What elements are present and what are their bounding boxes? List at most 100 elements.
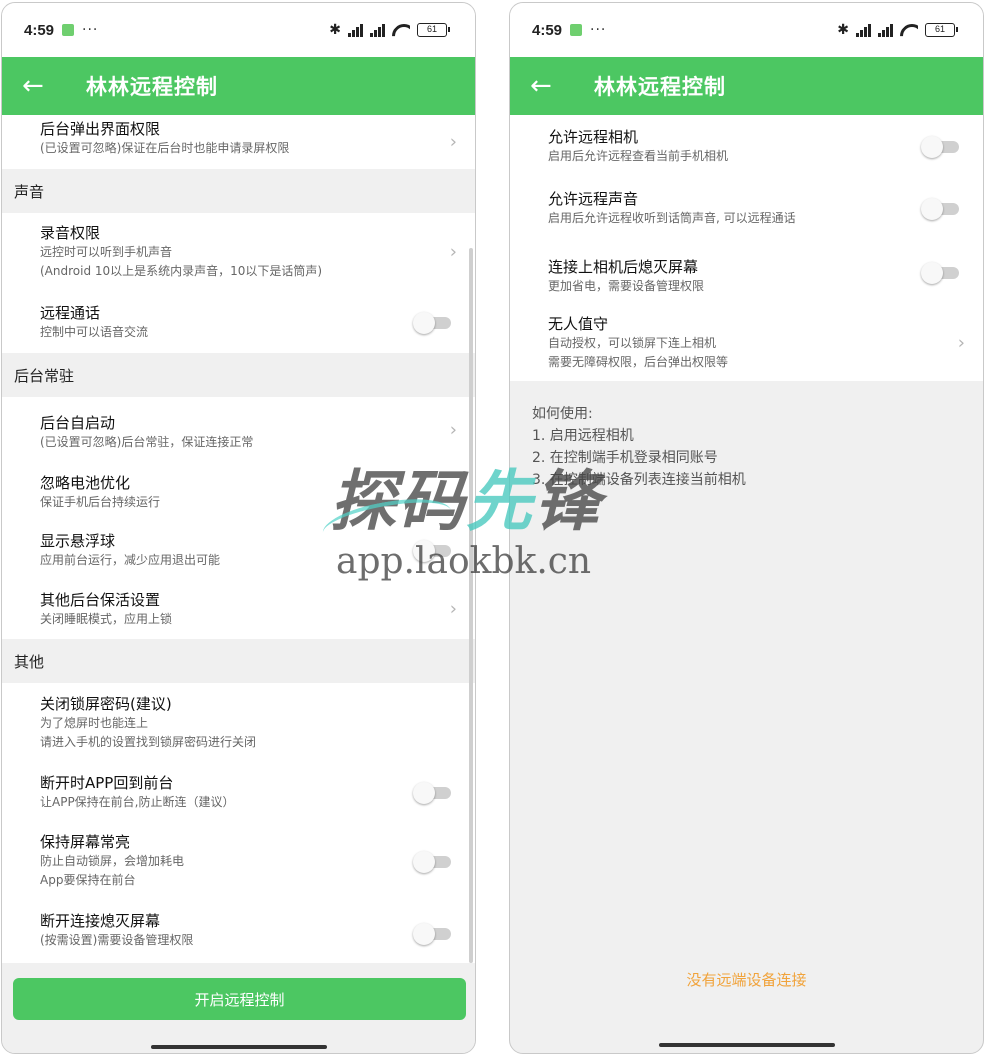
item-subtitle: 请进入手机的设置找到锁屏密码进行关闭 xyxy=(40,735,257,749)
settings-item-record-permission[interactable]: 录音权限 远控时可以听到手机声音 (Android 10以上是系统内录声音，10… xyxy=(2,213,475,291)
page-title: 林林远程控制 xyxy=(86,75,218,99)
battery-icon: 61 xyxy=(417,23,450,37)
settings-item-camera-screen-off[interactable]: 连接上相机后熄灭屏幕 更加省电，需要设备管理权限 xyxy=(510,239,983,305)
settings-item-floating-ball[interactable]: 显示悬浮球 应用前台运行，减少应用退出可能 xyxy=(2,521,475,579)
settings-item-lock-password[interactable]: 关闭锁屏密码(建议) 为了熄屏时也能连上 请进入手机的设置找到锁屏密码进行关闭 xyxy=(2,683,475,763)
item-subtitle: (已设置可忽略)保证在后台时也能申请录屏权限 xyxy=(40,140,290,155)
item-subtitle: 更加省电，需要设备管理权限 xyxy=(548,278,705,293)
chevron-right-icon: › xyxy=(449,419,457,441)
item-title: 关闭锁屏密码(建议) xyxy=(40,695,172,713)
return-foreground-toggle[interactable] xyxy=(413,782,451,804)
bluetooth-icon: ✱ xyxy=(837,22,849,38)
instructions-heading: 如何使用: xyxy=(532,406,593,422)
app-bar: ← 林林远程控制 xyxy=(2,57,475,115)
remote-sound-toggle[interactable] xyxy=(921,198,959,220)
battery-icon: 61 xyxy=(925,23,958,37)
item-subtitle: (Android 10以上是系统内录声音，10以下是话筒声) xyxy=(40,264,323,278)
settings-item-disconnect-screen-off[interactable]: 断开连接熄灭屏幕 (按需设置)需要设备管理权限 xyxy=(2,901,475,965)
back-arrow-icon[interactable]: ← xyxy=(22,73,52,99)
item-subtitle: 远控时可以听到手机声音 xyxy=(40,245,173,259)
settings-item-unattended[interactable]: 无人值守 自动授权，可以锁屏下连上相机 需要无障碍权限，后台弹出权限等 › xyxy=(510,305,983,381)
item-title: 允许远程声音 xyxy=(548,189,639,208)
item-subtitle: 应用前台运行，减少应用退出可能 xyxy=(40,552,221,567)
settings-item-background-popup[interactable]: 后台弹出界面权限 (已设置可忽略)保证在后台时也能申请录屏权限 › xyxy=(2,115,475,169)
signal-icon xyxy=(348,23,363,37)
phone-screen-right: 4:59 ··· ✱ 61 ← 林林远程控制 允许远程相机 启用后允许远程查看当… xyxy=(509,2,984,1054)
bottom-bar: 开启远程控制 xyxy=(2,963,475,1053)
instruction-step: 1. 启用远程相机 xyxy=(532,428,634,444)
settings-item-remote-sound[interactable]: 允许远程声音 启用后允许远程收听到话筒声音, 可以远程通话 xyxy=(510,177,983,239)
instruction-step: 3. 在控制端设备列表连接当前相机 xyxy=(532,472,746,488)
instruction-step: 2. 在控制端手机登录相同账号 xyxy=(532,450,718,466)
more-notifications-icon: ··· xyxy=(82,22,99,38)
floating-ball-toggle[interactable] xyxy=(413,540,451,562)
camera-screen-off-toggle[interactable] xyxy=(921,262,959,284)
wifi-icon xyxy=(392,24,410,37)
item-title: 后台自启动 xyxy=(40,413,116,432)
item-title: 连接上相机后熄灭屏幕 xyxy=(548,257,699,276)
home-indicator[interactable] xyxy=(150,1045,327,1049)
status-bar: 4:59 ··· ✱ 61 xyxy=(510,3,983,57)
item-subtitle: 自动授权，可以锁屏下连上相机 xyxy=(548,336,717,350)
item-title: 忽略电池优化 xyxy=(40,473,131,492)
no-device-status: 没有远端设备连接 xyxy=(686,971,807,989)
settings-item-remote-call[interactable]: 远程通话 控制中可以语音交流 xyxy=(2,291,475,353)
phone-screen-left: 4:59 ··· ✱ 61 ← 林林远程控制 后台弹出界面权限 (已设置可忽略)… xyxy=(1,2,476,1054)
section-header-sound: 声音 xyxy=(2,169,475,213)
chevron-right-icon: › xyxy=(449,131,457,153)
chevron-right-icon: › xyxy=(957,332,965,354)
settings-item-return-foreground[interactable]: 断开时APP回到前台 让APP保持在前台,防止断连（建议） xyxy=(2,763,475,821)
app-bar: ← 林林远程控制 xyxy=(510,57,983,115)
item-subtitle: 启用后允许远程查看当前手机相机 xyxy=(548,148,729,163)
page-title: 林林远程控制 xyxy=(594,75,726,99)
bluetooth-icon: ✱ xyxy=(329,22,341,38)
status-time: 4:59 xyxy=(532,21,563,39)
keep-screen-on-toggle[interactable] xyxy=(413,851,451,873)
settings-item-battery-optimization[interactable]: 忽略电池优化 保证手机后台持续运行 xyxy=(2,463,475,521)
signal-icon xyxy=(370,23,385,37)
settings-item-keep-alive[interactable]: 其他后台保活设置 关闭睡眠模式，应用上锁 › xyxy=(2,579,475,639)
status-time: 4:59 xyxy=(24,21,55,39)
item-subtitle: 防止自动锁屏，会增加耗电 xyxy=(40,854,185,868)
usage-instructions: 如何使用: 1. 启用远程相机 2. 在控制端手机登录相同账号 3. 在控制端设… xyxy=(532,403,746,491)
item-title: 远程通话 xyxy=(40,303,101,322)
settings-item-auto-start[interactable]: 后台自启动 (已设置可忽略)后台常驻，保证连接正常 › xyxy=(2,397,475,463)
item-title: 断开连接熄灭屏幕 xyxy=(40,911,161,930)
item-title: 录音权限 xyxy=(40,224,101,242)
signal-icon xyxy=(878,23,893,37)
remote-call-toggle[interactable] xyxy=(413,312,451,334)
item-subtitle: (已设置可忽略)后台常驻，保证连接正常 xyxy=(40,434,254,449)
back-arrow-icon[interactable]: ← xyxy=(530,73,560,99)
notification-app-icon xyxy=(570,24,583,36)
remote-camera-toggle[interactable] xyxy=(921,136,959,158)
section-header-background: 后台常驻 xyxy=(2,353,475,397)
notification-app-icon xyxy=(62,24,75,36)
wifi-icon xyxy=(900,24,918,37)
camera-settings-list: 允许远程相机 启用后允许远程查看当前手机相机 允许远程声音 启用后允许远程收听到… xyxy=(510,115,983,381)
scrollbar[interactable] xyxy=(469,248,473,963)
item-subtitle: 需要无障碍权限，后台弹出权限等 xyxy=(548,355,729,369)
item-title: 保持屏幕常亮 xyxy=(40,833,131,851)
item-title: 断开时APP回到前台 xyxy=(40,773,174,792)
item-title: 无人值守 xyxy=(548,315,609,333)
item-title: 显示悬浮球 xyxy=(40,531,116,550)
item-subtitle: 关闭睡眠模式，应用上锁 xyxy=(40,611,173,626)
item-subtitle: 让APP保持在前台,防止断连（建议） xyxy=(40,794,235,809)
chevron-right-icon: › xyxy=(449,598,457,620)
item-subtitle: App要保持在前台 xyxy=(40,873,136,887)
item-title: 允许远程相机 xyxy=(548,127,639,146)
item-subtitle: 保证手机后台持续运行 xyxy=(40,494,161,509)
settings-list: 后台弹出界面权限 (已设置可忽略)保证在后台时也能申请录屏权限 › 声音 录音权… xyxy=(2,115,475,965)
home-indicator[interactable] xyxy=(658,1043,835,1047)
item-subtitle: 启用后允许远程收听到话筒声音, 可以远程通话 xyxy=(548,210,796,225)
disconnect-screen-off-toggle[interactable] xyxy=(413,923,451,945)
settings-item-remote-camera[interactable]: 允许远程相机 启用后允许远程查看当前手机相机 xyxy=(510,115,983,177)
more-notifications-icon: ··· xyxy=(590,22,607,38)
chevron-right-icon: › xyxy=(449,241,457,263)
item-subtitle: 为了熄屏时也能连上 xyxy=(40,716,149,730)
item-title: 后台弹出界面权限 xyxy=(40,119,161,138)
status-bar: 4:59 ··· ✱ 61 xyxy=(2,3,475,57)
item-title: 其他后台保活设置 xyxy=(40,590,161,609)
start-remote-control-button[interactable]: 开启远程控制 xyxy=(13,978,466,1020)
settings-item-keep-screen-on[interactable]: 保持屏幕常亮 防止自动锁屏，会增加耗电 App要保持在前台 xyxy=(2,821,475,901)
